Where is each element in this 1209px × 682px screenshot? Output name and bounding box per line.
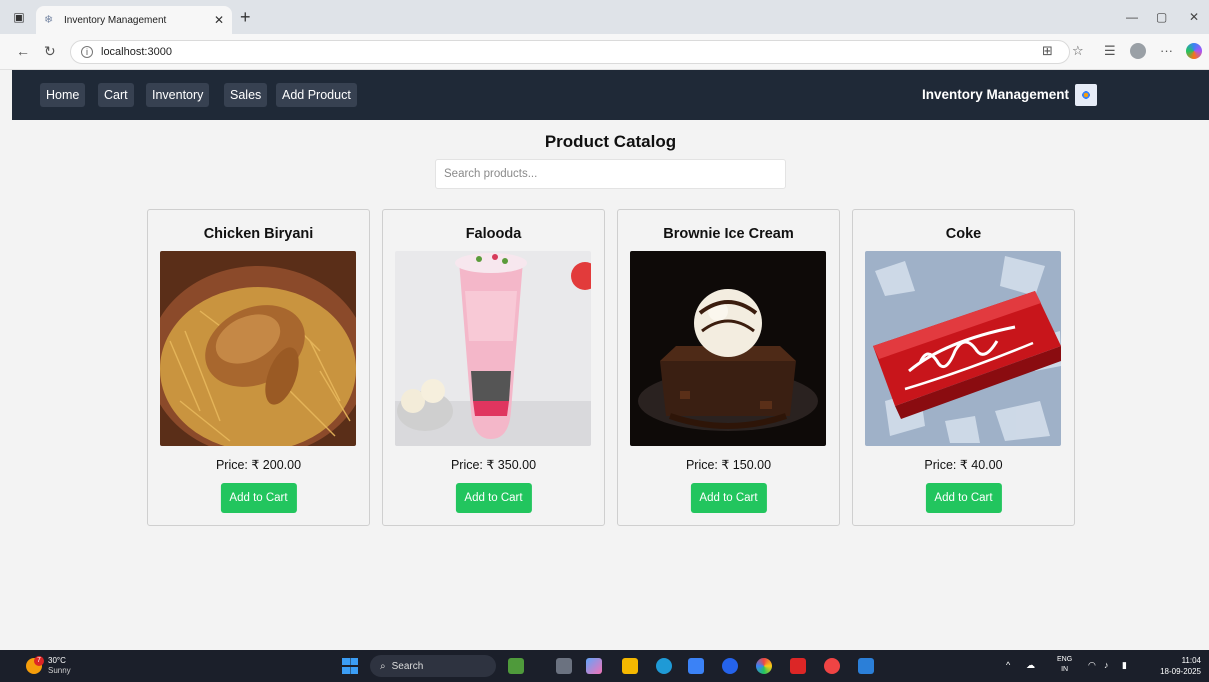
vscode-icon[interactable]	[858, 658, 874, 674]
maximize-icon[interactable]: ▢	[1156, 10, 1167, 24]
nav-sales[interactable]: Sales	[224, 83, 268, 107]
favorites-list-icon[interactable]: ☰	[1104, 44, 1116, 58]
address-bar[interactable]: i localhost:3000	[70, 40, 1070, 64]
main-content: Product Catalog Chicken Biryani Price: ₹…	[12, 120, 1209, 650]
product-name: Coke	[945, 226, 982, 242]
add-to-cart-button[interactable]: Add to Cart	[690, 483, 767, 513]
nav-inventory[interactable]: Inventory	[146, 83, 210, 107]
product-price: Price: ₹ 40.00	[924, 458, 1003, 472]
task-view-icon[interactable]	[556, 658, 572, 674]
copilot-app-icon[interactable]	[586, 658, 602, 674]
product-name: Chicken Biryani	[203, 226, 314, 242]
add-to-cart-button[interactable]: Add to Cart	[220, 483, 297, 513]
region-code: IN	[1061, 666, 1069, 673]
product-image-brownie-ice-cream	[630, 251, 826, 446]
product-name: Brownie Ice Cream	[663, 226, 794, 242]
tab-favicon-icon: ❄	[44, 14, 54, 26]
split-screen-icon[interactable]: ⊞	[1042, 44, 1053, 58]
mcafee-icon[interactable]	[790, 658, 806, 674]
hp-app-icon[interactable]	[722, 658, 738, 674]
os-taskbar: 7 30°C Sunny ⌕ Search ^ ☁ ENG IN ◠ ♪ ▮ 1…	[0, 650, 1209, 682]
product-image-coca-cola-can	[865, 251, 1061, 446]
browser-toolbar: ← ↻ i localhost:3000 ⊞ ☆ ☰ ···	[0, 34, 1209, 70]
back-icon[interactable]: ←	[16, 44, 30, 58]
weather-badge: 7	[34, 656, 44, 666]
store-icon[interactable]	[688, 658, 704, 674]
new-tab-icon[interactable]: +	[240, 8, 251, 26]
language-indicator[interactable]: ENG IN	[1057, 655, 1072, 675]
brand-logo-icon	[1075, 84, 1097, 106]
tab-actions-icon[interactable]: ▣	[12, 10, 26, 24]
add-to-cart-button[interactable]: Add to Cart	[455, 483, 532, 513]
taskbar-search-label: Search	[391, 660, 424, 672]
tab-title: Inventory Management	[64, 14, 167, 26]
product-image-chicken-biryani	[160, 251, 356, 446]
profile-avatar[interactable]	[1130, 43, 1146, 59]
close-tab-icon[interactable]: ✕	[214, 13, 224, 27]
favorite-star-icon[interactable]: ☆	[1072, 44, 1084, 58]
edge-browser-icon[interactable]	[656, 658, 672, 674]
product-price: Price: ₹ 150.00	[685, 458, 772, 472]
file-explorer-icon[interactable]	[622, 658, 638, 674]
brand-title: Inventory Management	[921, 87, 1069, 102]
close-window-icon[interactable]: ✕	[1189, 10, 1199, 24]
language-code: ENG	[1057, 656, 1073, 663]
clock-time: 11:04	[1181, 656, 1201, 665]
reload-icon[interactable]: ↻	[44, 44, 56, 58]
app-brand: Inventory Management	[922, 84, 1097, 106]
nav-home[interactable]: Home	[40, 83, 86, 107]
add-to-cart-button[interactable]: Add to Cart	[925, 483, 1002, 513]
clock-date: 18-09-2025	[1160, 667, 1201, 676]
product-card: Coke Price: ₹ 40.00 Add to Cart	[852, 209, 1075, 526]
nav-add-product[interactable]: Add Product	[276, 83, 357, 107]
weather-description[interactable]: Sunny	[48, 666, 71, 675]
onedrive-icon[interactable]: ☁	[1026, 660, 1035, 671]
more-menu-icon[interactable]: ···	[1160, 44, 1173, 58]
copilot-icon[interactable]	[1186, 43, 1202, 59]
browser-tab[interactable]: ❄ Inventory Management ✕	[36, 6, 232, 34]
system-clock[interactable]: 11:04 18-09-2025	[1160, 655, 1201, 677]
product-price: Price: ₹ 350.00	[450, 458, 537, 472]
browser-tabbar: ▣ ❄ Inventory Management ✕ + — ▢ ✕	[0, 0, 1209, 34]
product-name: Falooda	[465, 226, 522, 242]
search-input[interactable]	[435, 159, 786, 189]
page-title: Product Catalog	[544, 132, 677, 151]
product-card: Brownie Ice Cream Price: ₹ 150.00 Add to…	[617, 209, 840, 526]
opera-icon[interactable]	[824, 658, 840, 674]
chrome-icon[interactable]	[756, 658, 772, 674]
site-info-icon[interactable]: i	[81, 46, 93, 58]
minimize-icon[interactable]: —	[1126, 10, 1138, 24]
product-card: Chicken Biryani Price: ₹ 200.00 Add to C…	[147, 209, 370, 526]
bamboo-widget-icon[interactable]	[508, 658, 524, 674]
product-price: Price: ₹ 200.00	[215, 458, 302, 472]
app-navbar: Home Cart Inventory Sales Add Product In…	[12, 70, 1209, 120]
wifi-icon[interactable]: ◠	[1088, 660, 1096, 671]
battery-icon[interactable]: ▮	[1122, 660, 1127, 671]
windows-start-icon[interactable]	[342, 658, 358, 674]
taskbar-search[interactable]: ⌕ Search	[370, 655, 496, 677]
tray-overflow-icon[interactable]: ^	[1006, 660, 1010, 670]
weather-temperature[interactable]: 30°C	[48, 656, 66, 665]
volume-icon[interactable]: ♪	[1104, 660, 1109, 670]
nav-cart[interactable]: Cart	[98, 83, 134, 107]
url-text: localhost:3000	[101, 46, 172, 58]
search-icon: ⌕	[380, 660, 386, 672]
product-card: Falooda Price: ₹ 350.00 Add to Cart	[382, 209, 605, 526]
product-image-falooda	[395, 251, 591, 446]
